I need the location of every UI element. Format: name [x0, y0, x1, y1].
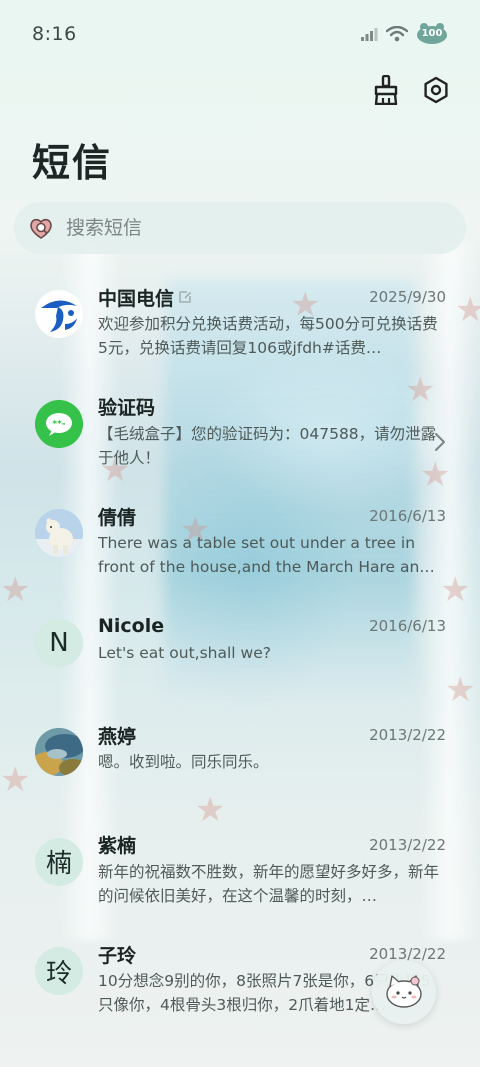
conversation-list: 中国电信 2025/9/30 欢迎参加积分兑换话费活动，每500分可兑换话费5元… [0, 272, 480, 1039]
letter-avatar: 玲 [35, 947, 83, 995]
search-input[interactable] [66, 217, 426, 239]
contact-name: Nicole [98, 614, 165, 637]
search-icon [28, 215, 54, 241]
chevron-right-icon [434, 432, 446, 456]
message-preview: 欢迎参加积分兑换话费活动，每500分可兑换话费5元，兑换话费请回复106或jfd… [98, 315, 438, 357]
edit-icon [178, 290, 192, 304]
battery-icon: 100 [416, 23, 448, 45]
avatar-letter: 玲 [45, 958, 72, 989]
contact-name: 倩倩 [98, 506, 137, 529]
message-preview: 新年的祝福数不胜数，新年的愿望好多好多，新年的问候依旧美好，在这个温馨的时刻，… [98, 862, 440, 905]
contact-name: 验证码 [98, 397, 156, 419]
conversation-row[interactable]: 中国电信 2025/9/30 欢迎参加积分兑换话费活动，每500分可兑换话费5元… [0, 272, 480, 382]
wifi-icon [386, 26, 408, 42]
landscape-photo-avatar [35, 728, 83, 776]
message-preview: There was a table set out under a tree i… [98, 534, 435, 576]
letter-avatar: N [35, 618, 83, 667]
svg-text:**-: **- [52, 419, 65, 429]
message-preview: Let's eat out,shall we? [98, 643, 271, 662]
letter-avatar: 楠 [35, 837, 83, 886]
cellular-signal-icon [360, 27, 378, 41]
polar-bear-avatar [35, 509, 83, 557]
conversation-row[interactable]: 楠 紫楠 2013/2/22 新年的祝福数不胜数，新年的愿望好多好多，新年的问候… [0, 820, 480, 930]
settings-button[interactable] [420, 76, 452, 108]
status-time: 8:16 [32, 23, 77, 45]
contact-name: 中国电信 [98, 287, 175, 310]
message-preview: 【毛绒盒子】您的验证码为：047588，请勿泄露于他人！ [98, 424, 437, 467]
battery-level: 100 [421, 28, 443, 39]
message-date: 2013/2/22 [369, 835, 446, 854]
conversation-row[interactable]: 燕婷 2013/2/22 嗯。收到啦。同乐同乐。 [0, 710, 480, 820]
cat-mascot-icon [382, 970, 426, 1014]
avatar-letter: N [49, 627, 69, 658]
contact-name: 紫楠 [98, 835, 137, 857]
avatar-letter: 楠 [45, 849, 72, 879]
contact-name: 子玲 [98, 944, 137, 967]
message-date: 2013/2/22 [369, 726, 446, 744]
message-date: 2025/9/30 [369, 288, 446, 306]
compose-button[interactable] [372, 960, 436, 1024]
broom-icon [373, 74, 399, 109]
clean-button[interactable] [370, 74, 402, 109]
message-app-avatar: **- [35, 399, 83, 448]
contact-name: 燕婷 [98, 725, 137, 748]
china-telecom-avatar [35, 290, 83, 338]
conversation-row[interactable]: N Nicole 2016/6/13 Let's eat out,shall w… [0, 601, 480, 711]
conversation-row[interactable]: **- 验证码 【毛绒盒子】您的验证码为：047588，请勿泄露于他人！ [0, 382, 480, 492]
search-bar[interactable] [14, 202, 466, 254]
message-date: 2016/6/13 [369, 616, 446, 635]
message-preview: 嗯。收到啦。同乐同乐。 [98, 753, 269, 771]
status-bar: 8:16 100 [0, 0, 480, 68]
gear-icon [422, 76, 450, 108]
message-date: 2016/6/13 [369, 507, 446, 525]
page-title: 短信 [32, 141, 113, 185]
conversation-row[interactable]: 倩倩 2016/6/13 There was a table set out u… [0, 491, 480, 601]
